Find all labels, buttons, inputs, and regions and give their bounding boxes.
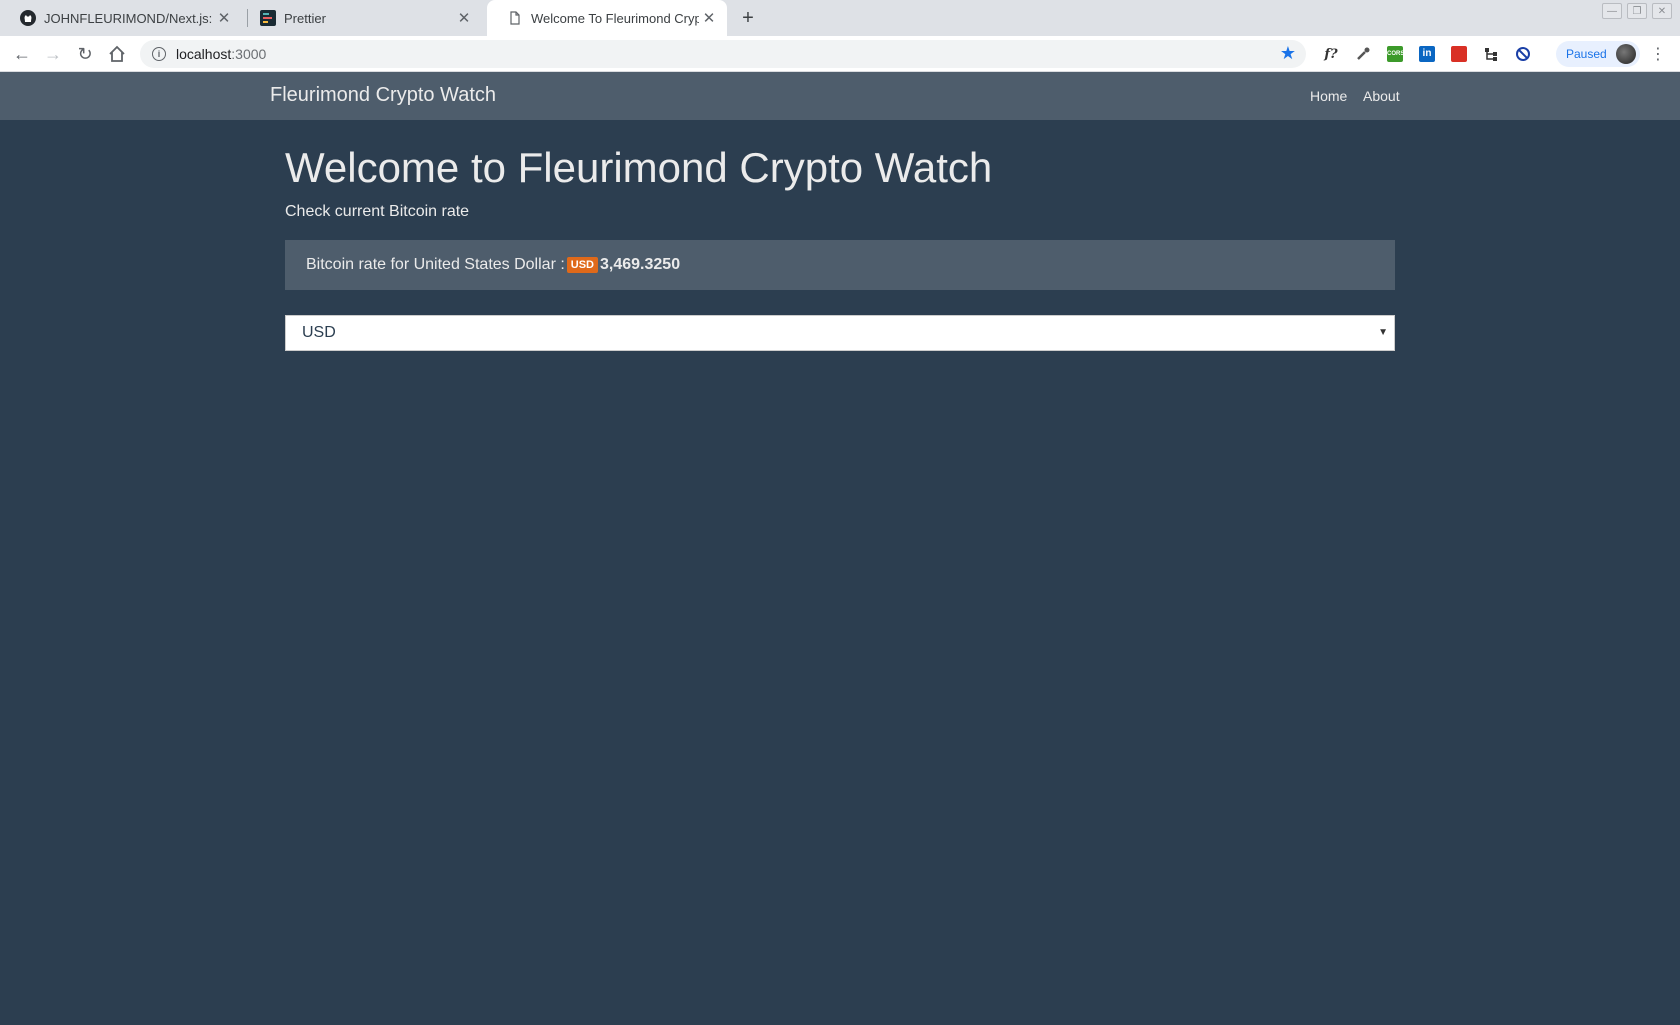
info-icon[interactable]: i [152, 47, 166, 61]
url-host: localhost [176, 46, 232, 62]
eyedropper-icon[interactable] [1353, 44, 1373, 64]
profile-status-label: Paused [1566, 47, 1607, 61]
back-arrow-icon[interactable]: ← [10, 42, 34, 66]
nav-about-link[interactable]: About [1363, 88, 1400, 104]
address-bar[interactable]: i localhost:3000 ★ [140, 40, 1306, 68]
browser-toolbar: ← → ↻ i localhost:3000 ★ f? CORS in Paus… [0, 36, 1680, 72]
url-text: localhost:3000 [176, 46, 266, 62]
nav-home-link[interactable]: Home [1310, 88, 1347, 104]
reload-icon[interactable]: ↻ [73, 42, 97, 66]
tab-github[interactable]: JOHNFLEURIMOND/Next.js: Ne ✕ [0, 0, 242, 36]
page-title: Welcome to Fleurimond Crypto Watch [285, 144, 993, 191]
restore-icon[interactable]: ❐ [1627, 3, 1647, 19]
prettier-icon [260, 10, 276, 26]
tab-welcome[interactable]: Welcome To Fleurimond Crypto ✕ [487, 0, 727, 36]
linkedin-icon[interactable]: in [1417, 44, 1437, 64]
minimize-icon[interactable]: — [1602, 3, 1622, 19]
chevron-down-icon: ▼ [1378, 327, 1388, 338]
tree-icon[interactable] [1481, 44, 1501, 64]
tab-title: Welcome To Fleurimond Crypto [531, 10, 699, 26]
rate-value: 3,469.3250 [600, 256, 681, 273]
currency-select-value: USD [302, 324, 336, 341]
site-navbar: Fleurimond Crypto Watch Home About [0, 72, 1680, 120]
bitcoin-rate-box: Bitcoin rate for United States Dollar : … [285, 240, 1395, 290]
tab-title: JOHNFLEURIMOND/Next.js: Ne [44, 10, 214, 26]
profile-paused-button[interactable]: Paused [1556, 41, 1640, 67]
currency-badge: USD [566, 257, 599, 273]
avatar [1616, 44, 1636, 64]
block-icon[interactable] [1513, 44, 1533, 64]
tab-title: Prettier [284, 10, 326, 26]
rate-label: Bitcoin rate for United States Dollar : [306, 256, 565, 273]
page-icon [507, 10, 523, 26]
font-finder-icon[interactable]: f? [1321, 44, 1341, 64]
tab-prettier[interactable]: Prettier ✕ [240, 0, 482, 36]
page-subtitle: Check current Bitcoin rate [285, 203, 470, 220]
new-tab-button[interactable]: + [736, 6, 760, 30]
cors-icon[interactable]: CORS [1385, 44, 1405, 64]
close-icon[interactable]: ✕ [699, 8, 719, 28]
site-brand[interactable]: Fleurimond Crypto Watch [270, 84, 496, 107]
close-icon[interactable]: ✕ [214, 8, 234, 28]
github-icon [20, 10, 36, 26]
close-window-icon[interactable]: ✕ [1652, 3, 1672, 19]
currency-select[interactable]: USD ▼ [285, 315, 1395, 351]
forward-arrow-icon[interactable]: → [41, 42, 65, 66]
menu-kebab-icon[interactable]: ⋮ [1650, 42, 1666, 66]
star-icon[interactable]: ★ [1280, 43, 1296, 64]
chrome-reader-icon[interactable] [1449, 44, 1469, 64]
close-icon[interactable]: ✕ [454, 8, 474, 28]
tab-strip: JOHNFLEURIMOND/Next.js: Ne ✕ Prettier ✕ … [0, 0, 1680, 36]
home-icon[interactable] [105, 42, 129, 66]
url-port: :3000 [231, 46, 267, 62]
